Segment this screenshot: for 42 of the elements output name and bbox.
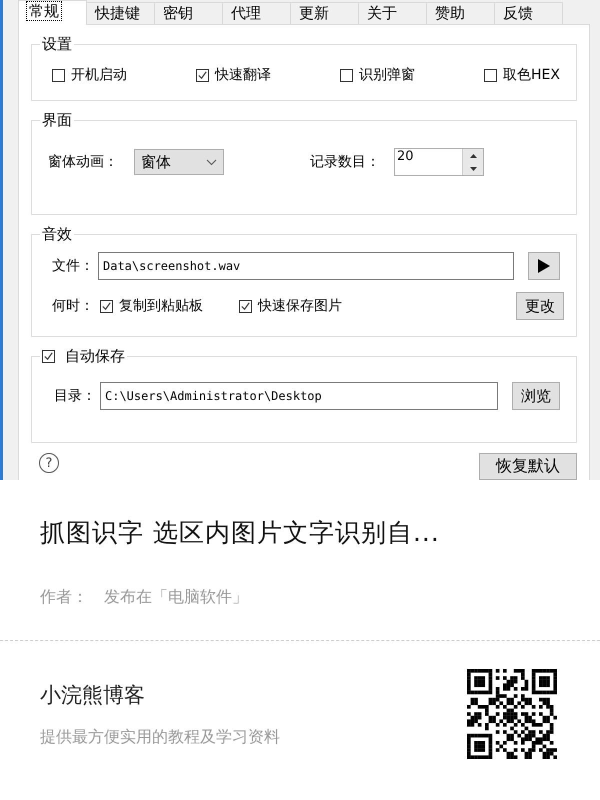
group-title: 界面 — [41, 111, 73, 130]
tab[interactable]: 反馈 — [494, 2, 563, 24]
animation-dropdown[interactable]: 窗体 — [134, 149, 224, 175]
option-label: 取色HEX — [503, 66, 560, 84]
record-count-spinner[interactable]: 20 — [394, 148, 484, 176]
option-label: 快速保存图片 — [258, 297, 342, 315]
qr-code-icon — [467, 669, 557, 759]
field-label: 窗体动画： — [48, 153, 118, 171]
field-label: 记录数目： — [310, 153, 380, 171]
restore-defaults-button[interactable]: 恢复默认 — [479, 453, 577, 480]
tab[interactable]: 常规 — [18, 0, 87, 25]
option-label: 开机启动 — [71, 66, 127, 84]
chevron-down-icon — [206, 158, 217, 166]
directory-field[interactable]: C:\Users\Administrator\Desktop — [100, 382, 498, 410]
file-path-field[interactable]: Data\screenshot.wav — [98, 252, 514, 280]
checkbox[interactable] — [42, 350, 55, 363]
checkbox[interactable] — [52, 68, 65, 82]
help-button[interactable]: ? — [39, 453, 59, 473]
group-title: 自动保存 — [65, 347, 125, 366]
play-button[interactable] — [528, 252, 560, 280]
group-title: 设置 — [41, 35, 73, 54]
checkbox[interactable] — [484, 68, 497, 82]
checkbox[interactable] — [100, 300, 113, 312]
field-label: 目录： — [54, 387, 96, 405]
article-title: 抓图识字 选区内图片文字识别自... — [40, 517, 441, 549]
arrow-down-icon — [470, 166, 476, 170]
blog-name: 小浣熊博客 — [40, 682, 146, 708]
author-label: 作者： — [40, 587, 88, 608]
group-title: 音效 — [41, 225, 73, 244]
option-label: 识别弹窗 — [359, 66, 415, 84]
option-label: 快速翻译 — [215, 66, 271, 84]
blog-tagline: 提供最方便实用的教程及学习资料 — [40, 726, 280, 748]
change-button[interactable]: 更改 — [516, 292, 564, 320]
arrow-up-icon — [470, 154, 476, 158]
option-label: 复制到粘贴板 — [119, 297, 203, 315]
field-label: 文件： — [52, 257, 94, 275]
browse-button[interactable]: 浏览 — [512, 382, 560, 410]
play-icon — [538, 259, 550, 273]
field-label: 何时： — [52, 297, 94, 315]
checkbox[interactable] — [196, 68, 209, 82]
checkbox[interactable] — [340, 68, 353, 82]
checkbox[interactable] — [239, 300, 252, 312]
